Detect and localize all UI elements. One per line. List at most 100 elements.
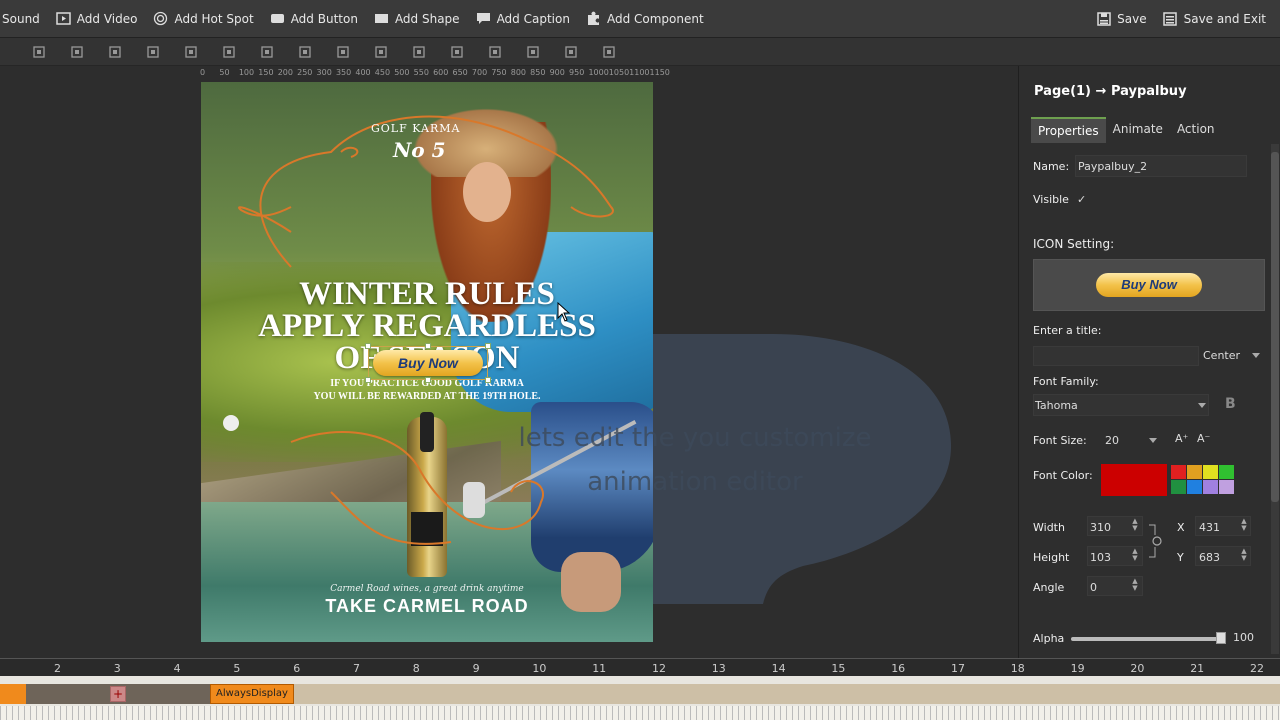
color-swatch[interactable] xyxy=(1171,465,1186,479)
ruler-tick: 300 xyxy=(316,68,332,77)
ruler-tick: 0 xyxy=(200,68,206,77)
resize-handle-bl[interactable] xyxy=(365,377,371,383)
tab-animate[interactable]: Animate xyxy=(1106,117,1170,143)
lock-ratio-icon[interactable] xyxy=(1147,523,1163,559)
duplicate-icon[interactable] xyxy=(438,40,476,64)
timeline-number: 2 xyxy=(54,662,61,675)
bring-forward-icon[interactable] xyxy=(172,40,210,64)
send-back-icon[interactable] xyxy=(134,40,172,64)
distribute-h-icon[interactable] xyxy=(210,40,248,64)
align-bottom-icon[interactable] xyxy=(400,40,438,64)
panel-scroll-thumb[interactable] xyxy=(1271,152,1279,502)
width-label: Width xyxy=(1033,521,1065,534)
icon-preview[interactable]: Buy Now xyxy=(1033,259,1265,311)
x-stepper[interactable]: ▲ ▼ xyxy=(1239,518,1249,534)
color-swatch[interactable] xyxy=(1219,465,1234,479)
ruler-tick: 350 xyxy=(335,68,352,77)
angle-label: Angle xyxy=(1033,581,1065,594)
copy-icon[interactable] xyxy=(58,40,96,64)
color-swatch[interactable] xyxy=(1187,480,1202,494)
timeline-number: 13 xyxy=(711,662,726,675)
color-swatch[interactable] xyxy=(1219,480,1234,494)
add-keyframe-button[interactable]: + xyxy=(110,686,126,702)
align-left-icon[interactable] xyxy=(20,40,58,64)
ruler-tick: 950 xyxy=(569,68,585,77)
headline-line-2: APPLY REGARDLESS xyxy=(258,308,596,344)
color-swatch[interactable] xyxy=(1187,465,1202,479)
color-swatch[interactable] xyxy=(1171,480,1186,494)
ruler-tick: 700 xyxy=(471,68,488,77)
delete-icon[interactable] xyxy=(514,40,552,64)
distribute-v-icon[interactable] xyxy=(248,40,286,64)
add-caption-button[interactable]: Add Caption xyxy=(468,0,578,38)
resize-handle-bc[interactable] xyxy=(425,377,431,383)
font-color-label: Font Color: xyxy=(1033,469,1093,482)
save-button[interactable]: Save xyxy=(1088,0,1154,38)
resize-handle-br[interactable] xyxy=(485,377,491,383)
font-color-preview[interactable] xyxy=(1101,464,1167,496)
add-button-button[interactable]: Add Button xyxy=(262,0,366,38)
color-swatch[interactable] xyxy=(1203,480,1218,494)
bubble-text-1: lets edit the you customize xyxy=(518,423,872,453)
visible-checkbox[interactable]: ✓ xyxy=(1077,193,1086,206)
timeline-start-block[interactable] xyxy=(0,684,26,704)
ruler-tick: 750 xyxy=(491,68,507,77)
paste-icon[interactable] xyxy=(476,40,514,64)
title-label: Enter a title: xyxy=(1033,324,1102,337)
y-stepper[interactable]: ▲ ▼ xyxy=(1239,548,1249,564)
tab-properties[interactable]: Properties xyxy=(1031,117,1106,143)
font-decrease-icon[interactable]: A⁻ xyxy=(1197,432,1210,445)
save-exit-label: Save and Exit xyxy=(1183,12,1266,26)
bold-button[interactable]: B xyxy=(1225,396,1236,412)
resize-handle-tr[interactable] xyxy=(485,343,491,349)
resize-handle-tc[interactable] xyxy=(425,343,431,349)
bring-front-icon[interactable] xyxy=(96,40,134,64)
add-button-label: Add Button xyxy=(290,11,358,26)
align-select[interactable]: Center xyxy=(1203,349,1240,362)
height-stepper[interactable]: ▲ ▼ xyxy=(1130,548,1140,564)
add-hotspot-button[interactable]: Add Hot Spot xyxy=(145,0,261,38)
page-canvas[interactable]: GOLF KARMA No 5 WINTER RULES APPLY REGAR… xyxy=(201,82,653,642)
add-component-button[interactable]: Add Component xyxy=(578,0,712,38)
redo-icon[interactable] xyxy=(590,40,628,64)
title-field[interactable] xyxy=(1033,346,1199,366)
always-display-block[interactable]: AlwaysDisplay xyxy=(210,684,294,704)
save-exit-button[interactable]: Save and Exit xyxy=(1155,0,1274,38)
font-increase-icon[interactable]: A⁺ xyxy=(1175,432,1188,445)
timeline-number: 21 xyxy=(1190,662,1205,675)
alpha-slider-handle[interactable] xyxy=(1216,632,1226,644)
timeline-number: 12 xyxy=(652,662,666,675)
shape-icon xyxy=(374,12,389,26)
ruler-tick: 50 xyxy=(219,68,230,77)
save-icon xyxy=(1096,12,1111,26)
align-top-icon[interactable] xyxy=(362,40,400,64)
name-label: Name: xyxy=(1033,160,1070,173)
name-value: Paypalbuy_2 xyxy=(1078,160,1148,173)
resize-handle-tl[interactable] xyxy=(365,343,371,349)
chevron-down-icon xyxy=(1252,353,1260,358)
x-value: 431 xyxy=(1199,521,1220,534)
undo-icon[interactable] xyxy=(552,40,590,64)
visible-label: Visible xyxy=(1033,193,1069,206)
sound-button[interactable]: Sound xyxy=(0,0,48,38)
timeline-number: 11 xyxy=(592,662,607,675)
alpha-slider[interactable] xyxy=(1071,637,1221,641)
timeline-number: 5 xyxy=(233,662,241,675)
ruler-tick: 650 xyxy=(452,68,468,77)
font-size-value[interactable]: 20 xyxy=(1105,434,1119,447)
top-toolbar: Sound Add Video Add Hot Spot Add Button … xyxy=(0,0,1280,38)
ruler-tick: 200 xyxy=(277,68,293,77)
color-swatch[interactable] xyxy=(1203,465,1218,479)
width-stepper[interactable]: ▲ ▼ xyxy=(1130,518,1140,534)
timeline-ticks xyxy=(0,706,1280,720)
add-video-button[interactable]: Add Video xyxy=(48,0,146,38)
grid-icon[interactable] xyxy=(324,40,362,64)
align-center-icon[interactable] xyxy=(286,40,324,64)
buy-now-button[interactable]: Buy Now xyxy=(373,350,483,376)
add-shape-label: Add Shape xyxy=(394,11,460,26)
ruler-tick: 1050 xyxy=(608,68,630,77)
timeline-number: 20 xyxy=(1130,662,1145,675)
add-shape-button[interactable]: Add Shape xyxy=(366,0,468,38)
tab-action[interactable]: Action xyxy=(1170,117,1222,143)
angle-stepper[interactable]: ▲ ▼ xyxy=(1130,578,1140,594)
